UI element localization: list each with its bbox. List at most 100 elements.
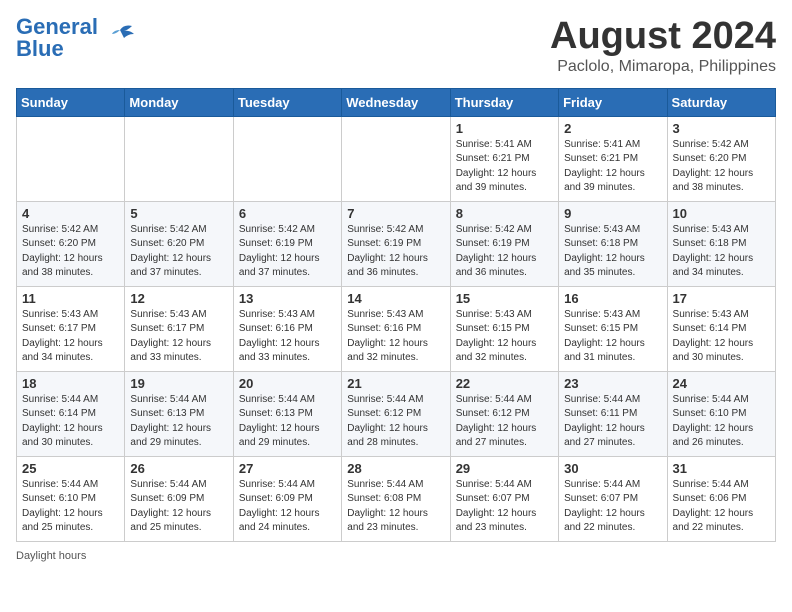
calendar-cell: 18 Sunrise: 5:44 AM Sunset: 6:14 PM Dayli… xyxy=(17,371,125,456)
day-info: Sunrise: 5:43 AM Sunset: 6:16 PM Dayligh… xyxy=(239,308,336,366)
day-info: Sunrise: 5:42 AM Sunset: 6:20 PM Dayligh… xyxy=(130,223,227,281)
title-block: August 2024 Paclolo, Mimaropa, Philippin… xyxy=(550,16,776,76)
weekday-header-wednesday: Wednesday xyxy=(342,88,450,116)
day-number: 11 xyxy=(22,291,119,306)
day-number: 16 xyxy=(564,291,661,306)
day-number: 27 xyxy=(239,461,336,476)
day-info: Sunrise: 5:44 AM Sunset: 6:10 PM Dayligh… xyxy=(673,393,770,451)
day-number: 30 xyxy=(564,461,661,476)
calendar-cell: 22 Sunrise: 5:44 AM Sunset: 6:12 PM Dayli… xyxy=(450,371,558,456)
day-info: Sunrise: 5:43 AM Sunset: 6:14 PM Dayligh… xyxy=(673,308,770,366)
day-info: Sunrise: 5:44 AM Sunset: 6:11 PM Dayligh… xyxy=(564,393,661,451)
day-number: 9 xyxy=(564,206,661,221)
daylight-label: Daylight hours xyxy=(16,550,86,562)
weekday-header-thursday: Thursday xyxy=(450,88,558,116)
calendar-cell: 14Sunrise: 5:43 AM Sunset: 6:16 PM Dayli… xyxy=(342,286,450,371)
day-number: 20 xyxy=(239,376,336,391)
calendar-cell xyxy=(233,116,341,201)
calendar-cell: 3Sunrise: 5:42 AM Sunset: 6:20 PM Daylig… xyxy=(667,116,775,201)
weekday-header-row: SundayMondayTuesdayWednesdayThursdayFrid… xyxy=(17,88,776,116)
calendar-cell: 26 Sunrise: 5:44 AM Sunset: 6:09 PM Dayli… xyxy=(125,456,233,541)
month-title: August 2024 xyxy=(550,16,776,58)
day-number: 5 xyxy=(130,206,227,221)
day-number: 2 xyxy=(564,121,661,136)
day-info: Sunrise: 5:44 AM Sunset: 6:13 PM Dayligh… xyxy=(130,393,227,451)
day-info: Sunrise: 5:42 AM Sunset: 6:19 PM Dayligh… xyxy=(456,223,553,281)
day-number: 21 xyxy=(347,376,444,391)
day-info: Sunrise: 5:44 AM Sunset: 6:09 PM Dayligh… xyxy=(130,478,227,536)
calendar-cell: 1 Sunrise: 5:41 AM Sunset: 6:21 PM Daylig… xyxy=(450,116,558,201)
day-number: 7 xyxy=(347,206,444,221)
day-info: Sunrise: 5:43 AM Sunset: 6:18 PM Dayligh… xyxy=(564,223,661,281)
day-number: 12 xyxy=(130,291,227,306)
day-number: 26 xyxy=(130,461,227,476)
calendar-cell: 9 Sunrise: 5:43 AM Sunset: 6:18 PM Daylig… xyxy=(559,201,667,286)
weekday-header-friday: Friday xyxy=(559,88,667,116)
day-info: Sunrise: 5:44 AM Sunset: 6:10 PM Dayligh… xyxy=(22,478,119,536)
calendar-week-row: 1 Sunrise: 5:41 AM Sunset: 6:21 PM Daylig… xyxy=(17,116,776,201)
calendar-table: SundayMondayTuesdayWednesdayThursdayFrid… xyxy=(16,88,776,542)
day-number: 13 xyxy=(239,291,336,306)
calendar-cell: 6 Sunrise: 5:42 AM Sunset: 6:19 PM Daylig… xyxy=(233,201,341,286)
calendar-cell: 27Sunrise: 5:44 AM Sunset: 6:09 PM Dayli… xyxy=(233,456,341,541)
calendar-week-row: 18 Sunrise: 5:44 AM Sunset: 6:14 PM Dayli… xyxy=(17,371,776,456)
logo: General Blue xyxy=(16,16,138,60)
calendar-cell: 10Sunrise: 5:43 AM Sunset: 6:18 PM Dayli… xyxy=(667,201,775,286)
day-info: Sunrise: 5:43 AM Sunset: 6:17 PM Dayligh… xyxy=(22,308,119,366)
day-number: 1 xyxy=(456,121,553,136)
calendar-cell: 15Sunrise: 5:43 AM Sunset: 6:15 PM Dayli… xyxy=(450,286,558,371)
calendar-cell: 31 Sunrise: 5:44 AM Sunset: 6:06 PM Dayli… xyxy=(667,456,775,541)
day-info: Sunrise: 5:44 AM Sunset: 6:12 PM Dayligh… xyxy=(347,393,444,451)
day-number: 4 xyxy=(22,206,119,221)
calendar-cell: 29Sunrise: 5:44 AM Sunset: 6:07 PM Dayli… xyxy=(450,456,558,541)
day-number: 19 xyxy=(130,376,227,391)
calendar-cell: 25 Sunrise: 5:44 AM Sunset: 6:10 PM Dayli… xyxy=(17,456,125,541)
day-number: 6 xyxy=(239,206,336,221)
day-number: 24 xyxy=(673,376,770,391)
calendar-cell: 19 Sunrise: 5:44 AM Sunset: 6:13 PM Dayli… xyxy=(125,371,233,456)
calendar-cell: 21 Sunrise: 5:44 AM Sunset: 6:12 PM Dayli… xyxy=(342,371,450,456)
calendar-cell: 12 Sunrise: 5:43 AM Sunset: 6:17 PM Dayli… xyxy=(125,286,233,371)
calendar-week-row: 11 Sunrise: 5:43 AM Sunset: 6:17 PM Dayli… xyxy=(17,286,776,371)
day-number: 18 xyxy=(22,376,119,391)
calendar-cell: 20Sunrise: 5:44 AM Sunset: 6:13 PM Dayli… xyxy=(233,371,341,456)
day-info: Sunrise: 5:43 AM Sunset: 6:17 PM Dayligh… xyxy=(130,308,227,366)
calendar-cell: 4Sunrise: 5:42 AM Sunset: 6:20 PM Daylig… xyxy=(17,201,125,286)
calendar-cell: 28Sunrise: 5:44 AM Sunset: 6:08 PM Dayli… xyxy=(342,456,450,541)
day-number: 31 xyxy=(673,461,770,476)
calendar-cell: 11 Sunrise: 5:43 AM Sunset: 6:17 PM Dayli… xyxy=(17,286,125,371)
calendar-week-row: 4 Sunrise: 5:42 AM Sunset: 6:20 PM Daylig… xyxy=(17,201,776,286)
day-info: Sunrise: 5:44 AM Sunset: 6:07 PM Dayligh… xyxy=(456,478,553,536)
day-info: Sunrise: 5:44 AM Sunset: 6:12 PM Dayligh… xyxy=(456,393,553,451)
location: Paclolo, Mimaropa, Philippines xyxy=(550,58,776,76)
calendar-cell: 17 Sunrise: 5:43 AM Sunset: 6:14 PM Dayli… xyxy=(667,286,775,371)
day-info: Sunrise: 5:41 AM Sunset: 6:21 PM Dayligh… xyxy=(456,138,553,196)
weekday-header-monday: Monday xyxy=(125,88,233,116)
day-number: 25 xyxy=(22,461,119,476)
calendar-cell: 2Sunrise: 5:41 AM Sunset: 6:21 PM Daylig… xyxy=(559,116,667,201)
day-number: 17 xyxy=(673,291,770,306)
weekday-header-saturday: Saturday xyxy=(667,88,775,116)
calendar-cell: 23Sunrise: 5:44 AM Sunset: 6:11 PM Dayli… xyxy=(559,371,667,456)
calendar-cell: 7Sunrise: 5:42 AM Sunset: 6:19 PM Daylig… xyxy=(342,201,450,286)
day-info: Sunrise: 5:43 AM Sunset: 6:15 PM Dayligh… xyxy=(456,308,553,366)
weekday-header-tuesday: Tuesday xyxy=(233,88,341,116)
calendar-cell: 16 Sunrise: 5:43 AM Sunset: 6:15 PM Dayli… xyxy=(559,286,667,371)
day-info: Sunrise: 5:44 AM Sunset: 6:07 PM Dayligh… xyxy=(564,478,661,536)
day-number: 22 xyxy=(456,376,553,391)
calendar-cell: 13 Sunrise: 5:43 AM Sunset: 6:16 PM Dayli… xyxy=(233,286,341,371)
day-info: Sunrise: 5:43 AM Sunset: 6:15 PM Dayligh… xyxy=(564,308,661,366)
calendar-cell xyxy=(342,116,450,201)
day-number: 28 xyxy=(347,461,444,476)
day-info: Sunrise: 5:44 AM Sunset: 6:14 PM Dayligh… xyxy=(22,393,119,451)
calendar-cell xyxy=(17,116,125,201)
day-number: 10 xyxy=(673,206,770,221)
footer: Daylight hours xyxy=(16,550,776,562)
day-info: Sunrise: 5:42 AM Sunset: 6:19 PM Dayligh… xyxy=(239,223,336,281)
day-info: Sunrise: 5:44 AM Sunset: 6:06 PM Dayligh… xyxy=(673,478,770,536)
day-number: 8 xyxy=(456,206,553,221)
calendar-cell: 30 Sunrise: 5:44 AM Sunset: 6:07 PM Dayli… xyxy=(559,456,667,541)
logo-general: General xyxy=(16,16,98,38)
weekday-header-sunday: Sunday xyxy=(17,88,125,116)
logo-blue: Blue xyxy=(16,38,98,60)
